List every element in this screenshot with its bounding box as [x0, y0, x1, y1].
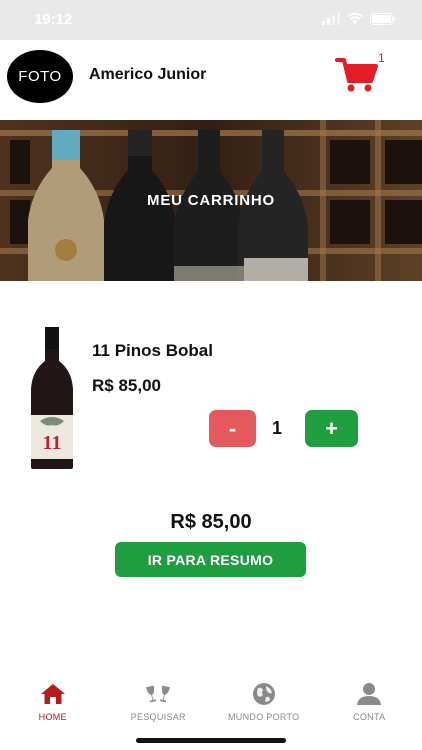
increase-quantity-button[interactable]: + — [305, 410, 358, 447]
tab-home[interactable]: HOME — [0, 682, 106, 732]
wine-glasses-icon — [145, 682, 171, 706]
wifi-icon — [347, 12, 363, 30]
decrease-quantity-button[interactable]: - — [209, 410, 256, 447]
product-price: R$ 85,00 — [92, 376, 161, 395]
tab-label: PESQUISAR — [130, 712, 186, 722]
status-icons — [322, 12, 396, 30]
cart-button[interactable] — [335, 56, 379, 94]
home-indicator[interactable] — [136, 738, 286, 743]
banner-title: MEU CARRINHO — [147, 192, 275, 209]
tab-mundo-porto[interactable]: MUNDO PORTO — [211, 682, 317, 732]
tab-label: CONTA — [353, 712, 386, 722]
cart-total: R$ 85,00 — [170, 511, 252, 533]
product-image: 11 — [28, 327, 76, 469]
bottom-tab-bar: HOME PESQUISAR MUNDO PORTO CONTA — [0, 682, 422, 732]
status-bar: 19:12 — [0, 0, 422, 40]
app-header: FOTO Americo Junior 1 — [0, 40, 422, 120]
cart-count-badge: 1 — [378, 51, 385, 65]
user-icon — [356, 682, 382, 706]
avatar[interactable]: FOTO — [7, 50, 73, 103]
tab-label: HOME — [38, 712, 67, 722]
bottle-label-text: 11 — [43, 432, 62, 454]
battery-icon — [370, 12, 396, 30]
tab-conta[interactable]: CONTA — [317, 682, 422, 732]
tab-pesquisar[interactable]: PESQUISAR — [106, 682, 212, 732]
user-name: Americo Junior — [89, 66, 207, 83]
globe-icon — [251, 682, 277, 706]
tab-label: MUNDO PORTO — [228, 712, 300, 722]
cart-icon — [335, 58, 379, 98]
go-to-summary-button[interactable]: IR PARA RESUMO — [115, 542, 306, 577]
product-name: 11 Pinos Bobal — [92, 341, 213, 360]
cart-item: 11 11 Pinos Bobal R$ 85,00 - 1 + — [0, 320, 422, 480]
banner: MEU CARRINHO — [0, 120, 422, 281]
quantity-value: 1 — [271, 418, 282, 438]
signal-icon — [322, 12, 340, 30]
status-time: 19:12 — [34, 11, 73, 28]
home-icon — [40, 682, 66, 706]
